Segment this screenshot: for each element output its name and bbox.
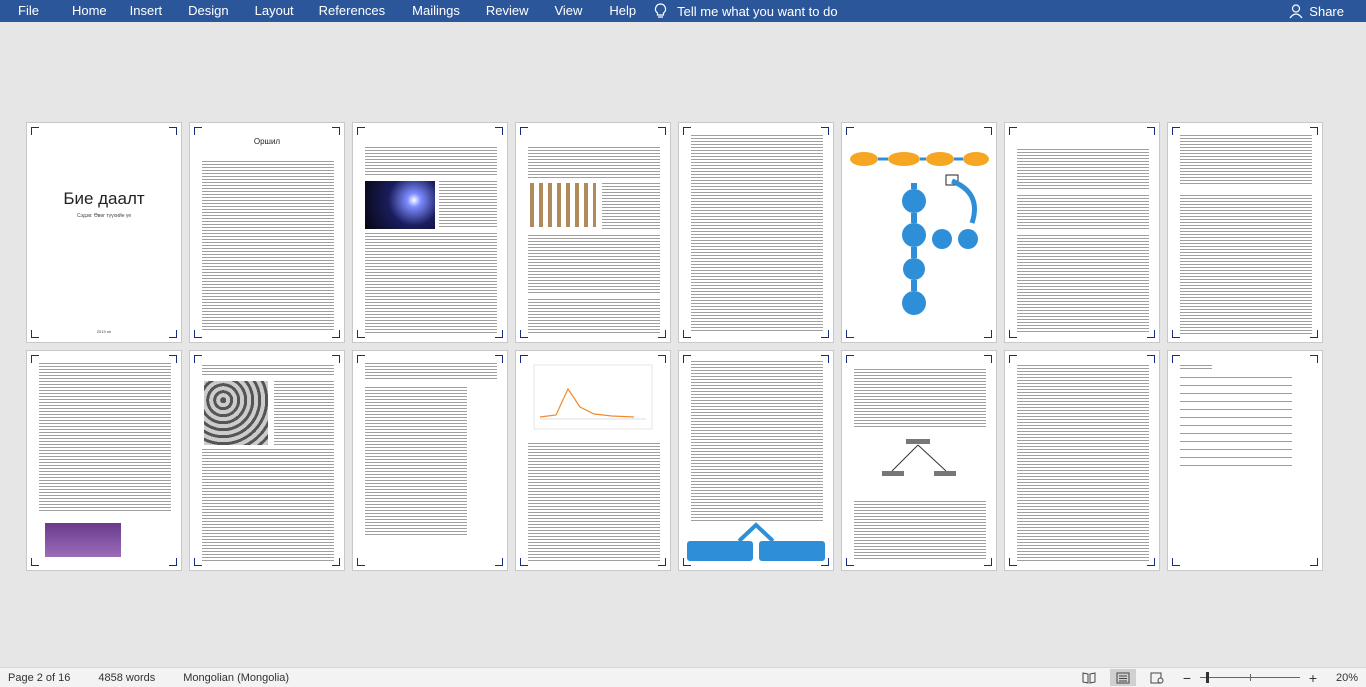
document-canvas[interactable]: Бие даалт Сэдэв: Өвөг түүхийн үе 2019 он… — [0, 22, 1366, 667]
tree-diagram — [882, 439, 956, 476]
person-icon — [1289, 3, 1303, 18]
purple-chart-image — [45, 523, 121, 557]
evolution-image — [530, 183, 596, 227]
page-thumb-2[interactable]: Оршил — [190, 123, 344, 342]
page-thumb-15[interactable] — [1005, 351, 1159, 570]
tab-design[interactable]: Design — [188, 0, 228, 22]
language-indicator[interactable]: Mongolian (Mongolia) — [183, 672, 289, 684]
tab-help[interactable]: Help — [609, 0, 636, 22]
page-thumb-3[interactable] — [353, 123, 507, 342]
web-layout-icon — [1150, 672, 1164, 683]
zoom-slider-thumb[interactable] — [1205, 672, 1209, 683]
flow-diagram — [850, 152, 989, 315]
read-mode-icon — [1082, 671, 1096, 684]
page-thumb-4[interactable] — [516, 123, 670, 342]
page-thumb-13[interactable] — [679, 351, 833, 570]
cover-subtitle: Сэдэв: Өвөг түүхийн үе — [76, 213, 132, 219]
zoom-control: − + 20% — [1182, 670, 1358, 686]
word-count[interactable]: 4858 words — [98, 672, 155, 684]
page-thumb-8[interactable] — [1168, 123, 1322, 342]
share-label: Share — [1309, 3, 1344, 19]
page-thumb-1[interactable]: Бие даалт Сэдэв: Өвөг түүхийн үе 2019 он — [27, 123, 181, 342]
page-thumb-9[interactable] — [27, 351, 181, 570]
tab-layout[interactable]: Layout — [255, 0, 294, 22]
page-thumb-7[interactable] — [1005, 123, 1159, 342]
zoom-slider[interactable] — [1200, 672, 1300, 683]
cover-title: Бие даалт — [63, 189, 145, 208]
tab-view[interactable]: View — [554, 0, 582, 22]
zoom-level[interactable]: 20% — [1332, 672, 1358, 684]
page-thumb-11[interactable] — [353, 351, 507, 570]
tab-file[interactable]: File — [18, 0, 39, 22]
page-thumb-12[interactable] — [516, 351, 670, 570]
ribbon-tab-bar: File Home Insert Design Layout Reference… — [0, 0, 1366, 22]
read-mode-button[interactable] — [1076, 669, 1102, 686]
web-layout-button[interactable] — [1144, 669, 1170, 686]
space-image — [365, 181, 435, 229]
tab-insert[interactable]: Insert — [130, 0, 163, 22]
page-heading: Оршил — [253, 137, 281, 146]
status-bar: Page 2 of 16 4858 words Mongolian (Mongo… — [0, 667, 1366, 687]
page-thumb-6[interactable] — [842, 123, 996, 342]
page-count[interactable]: Page 2 of 16 — [8, 672, 70, 684]
page-thumb-10[interactable] — [190, 351, 344, 570]
zoom-out-button[interactable]: − — [1182, 670, 1192, 686]
box-diagram — [687, 522, 825, 561]
page-thumb-14[interactable] — [842, 351, 996, 570]
tell-me-label: Tell me what you want to do — [677, 3, 838, 19]
tab-home[interactable]: Home — [72, 0, 107, 22]
print-layout-icon — [1116, 672, 1130, 683]
tab-mailings[interactable]: Mailings — [412, 0, 460, 22]
tools-image — [204, 381, 268, 445]
print-layout-button[interactable] — [1110, 669, 1136, 686]
share-button[interactable]: Share — [1289, 0, 1344, 22]
page-thumb-16[interactable] — [1168, 351, 1322, 570]
tell-me-search[interactable]: Tell me what you want to do — [654, 0, 838, 22]
zoom-in-button[interactable]: + — [1308, 670, 1318, 686]
lightbulb-icon — [655, 3, 667, 18]
tab-references[interactable]: References — [319, 0, 385, 22]
cover-year: 2019 он — [96, 329, 112, 334]
tab-review[interactable]: Review — [486, 0, 529, 22]
page-thumb-5[interactable] — [679, 123, 833, 342]
line-chart-thumb — [533, 364, 653, 430]
